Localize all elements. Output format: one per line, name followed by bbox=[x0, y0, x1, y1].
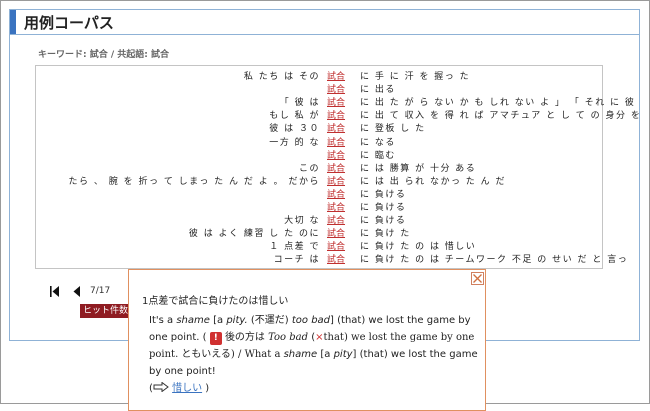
text-segment: ) bbox=[205, 383, 210, 394]
text-segment: It's a bbox=[149, 315, 174, 326]
text-segment: pity. bbox=[226, 315, 248, 326]
keyword-link[interactable]: 試合 bbox=[327, 253, 345, 268]
prev-page-icon[interactable] bbox=[73, 286, 81, 297]
right-context: に 負け た の は チームワーク 不足 の せい だ と 言っ bbox=[360, 255, 629, 266]
text-segment: [a bbox=[320, 349, 331, 360]
text-segment: [a bbox=[213, 315, 224, 326]
example-popup: 1点差で試合に負けたのは惜しい It's a shame [a pity. (不… bbox=[128, 269, 486, 411]
concordance-list: 私 たち は その 試合に 手 に 汗 を 握っ た試合に 出る「 彼 は試合に … bbox=[35, 65, 640, 269]
text-segment: Too bad bbox=[268, 332, 309, 343]
arrow-right-icon bbox=[153, 381, 169, 393]
text-segment: shame bbox=[176, 315, 210, 326]
text-segment: × bbox=[315, 332, 324, 343]
page-title: 用例コーパス bbox=[24, 14, 114, 32]
text-segment: too bad bbox=[291, 315, 331, 326]
left-context: コーチ は bbox=[273, 255, 320, 266]
text-segment: (不運だ) bbox=[250, 315, 289, 326]
popup-heading: 1点差で試合に負けたのは惜しい bbox=[142, 296, 289, 307]
title-accent bbox=[10, 10, 16, 34]
popup-translation: It's a shame [a pity. (不運だ) too bad] (th… bbox=[149, 315, 478, 394]
title-bar: 用例コーパス bbox=[10, 10, 639, 35]
text-segment: pity bbox=[333, 349, 353, 360]
first-page-icon[interactable] bbox=[50, 286, 60, 297]
app-frame: 用例コーパス キーワード: 試合 / 共起語: 試合 私 たち は その 試合に … bbox=[0, 0, 650, 411]
close-icon[interactable] bbox=[471, 272, 484, 285]
related-word-link[interactable]: 惜しい bbox=[172, 383, 202, 394]
warning-icon: ! bbox=[209, 332, 222, 345]
page-indicator: 7/17 bbox=[90, 286, 111, 296]
concordance-row: コーチ は試合 に 負け た の は チームワーク 不足 の せい だ と 言っ bbox=[36, 253, 627, 268]
text-segment: shame bbox=[283, 349, 318, 360]
keyword-info: キーワード: 試合 / 共起語: 試合 bbox=[38, 50, 170, 60]
text-segment: 後の方は bbox=[224, 332, 265, 343]
